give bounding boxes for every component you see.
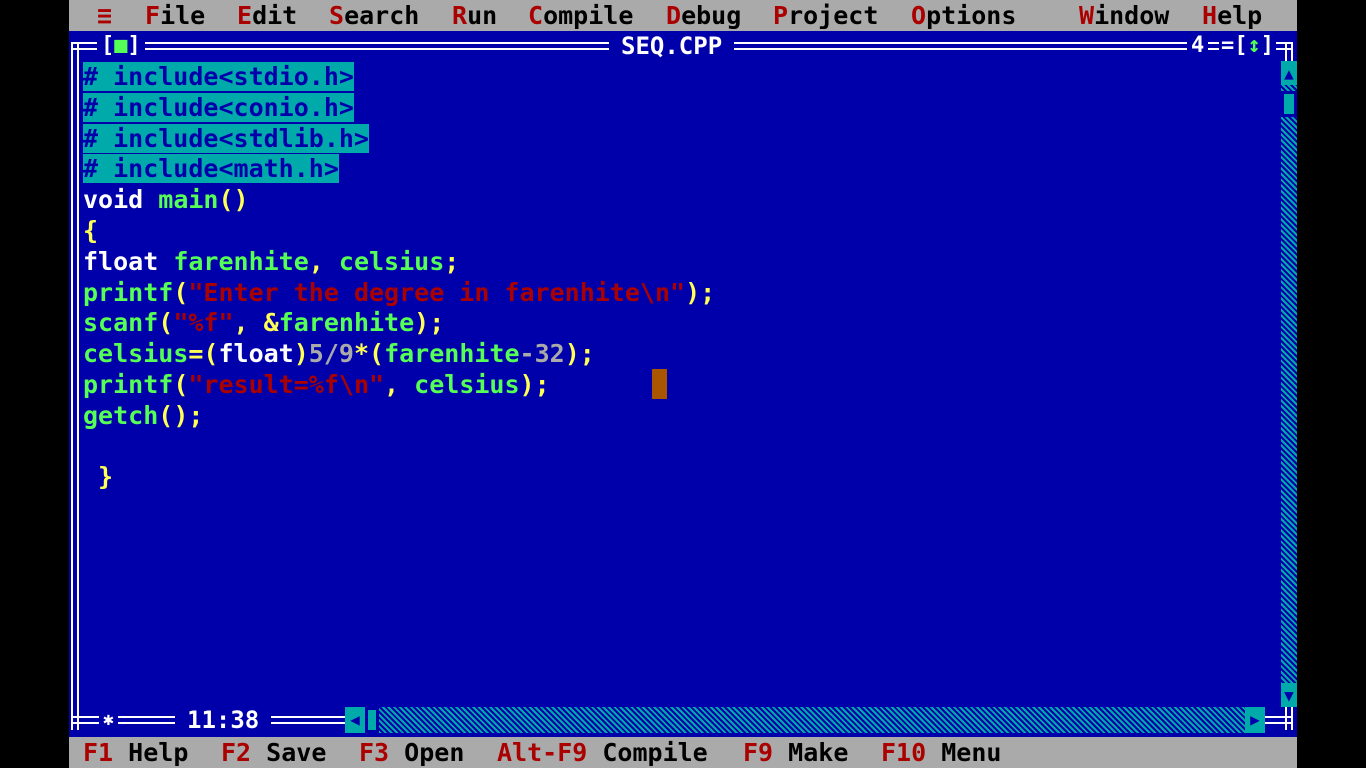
code-line[interactable]: }: [83, 461, 113, 492]
code-line[interactable]: printf("Enter the degree in farenhite\n"…: [83, 277, 715, 308]
fkey-menu[interactable]: F10 Menu: [881, 737, 1001, 768]
menu-project[interactable]: Project: [773, 0, 878, 31]
code-token: (: [158, 308, 174, 338]
code-editor[interactable]: # include<stdio.h> # include<conio.h> # in…: [83, 61, 1277, 701]
window-zoom-button[interactable]: =[↕]: [1219, 31, 1276, 61]
code-line[interactable]: {: [83, 215, 98, 246]
code-line[interactable]: # include<stdlib.h>: [83, 123, 369, 154]
system-menu-icon[interactable]: ≡: [97, 0, 112, 31]
fkey-help[interactable]: F1 Help: [83, 737, 188, 768]
code-token: ;: [444, 246, 460, 276]
horizontal-scrollbar[interactable]: ◀ ▶: [345, 707, 1265, 733]
code-token: , &: [233, 308, 279, 338]
code-token: getch: [83, 400, 159, 430]
code-token: 5/9: [308, 339, 354, 369]
function-key-bar: F1 Help F2 Save F3 Open Alt-F9 Compile F…: [69, 737, 1297, 768]
code-token: celsius: [338, 246, 445, 276]
modified-indicator-icon: ✱: [99, 707, 118, 733]
horizontal-scroll-thumb[interactable]: [365, 707, 379, 733]
menu-options[interactable]: Options: [911, 0, 1016, 31]
vertical-scrollbar[interactable]: ▲ ▼: [1281, 61, 1297, 707]
menu-run[interactable]: Run: [452, 0, 497, 31]
code-token: celsius: [414, 370, 520, 399]
menu-debug[interactable]: Debug: [666, 0, 741, 31]
code-token: scanf: [83, 308, 159, 338]
code-token: (: [173, 277, 189, 307]
code-token: printf: [83, 277, 174, 307]
code-token: float: [83, 246, 159, 276]
fkey-compile[interactable]: Alt-F9 Compile: [497, 737, 708, 768]
fkey-open[interactable]: F3 Open: [359, 737, 464, 768]
code-line[interactable]: void main(): [83, 184, 249, 215]
window-number: 4: [1187, 31, 1209, 61]
code-token: # include<conio.h>: [83, 92, 354, 122]
code-token: ): [293, 339, 309, 369]
code-token: (): [218, 185, 249, 215]
window-frame-left: [71, 42, 79, 730]
code-token: );: [685, 277, 716, 307]
menu-bar: ≡ File Edit Search Run Compile Debug Pro…: [69, 0, 1297, 31]
code-token: ,: [384, 370, 415, 399]
menu-file[interactable]: File: [145, 0, 205, 31]
code-line[interactable]: # include<math.h>: [83, 153, 339, 184]
fkey-save[interactable]: F2 Save: [221, 737, 326, 768]
menu-search[interactable]: Search: [329, 0, 419, 31]
code-token: "Enter the degree in farenhite\n": [188, 277, 686, 307]
code-line[interactable]: getch();: [83, 400, 203, 431]
code-token: # include<stdio.h>: [83, 62, 354, 91]
code-line[interactable]: scanf("%f", &farenhite);: [83, 307, 444, 338]
arrow-up-icon[interactable]: ▲: [1281, 61, 1297, 85]
window-close-button[interactable]: [■]: [97, 31, 145, 61]
arrow-right-icon[interactable]: ▶: [1245, 707, 1265, 733]
code-token: # include<math.h>: [83, 154, 339, 184]
menu-compile[interactable]: Compile: [528, 0, 633, 31]
code-token: float: [218, 339, 294, 369]
code-line[interactable]: celsius=(float)5/9*(farenhite-32);: [83, 338, 595, 369]
fkey-make[interactable]: F9 Make: [743, 737, 848, 768]
zoom-arrows-icon: ↕: [1247, 33, 1261, 58]
code-token: );: [564, 339, 595, 369]
arrow-left-icon[interactable]: ◀: [345, 707, 365, 733]
code-token: *(: [353, 339, 385, 369]
menu-window[interactable]: Window: [1079, 0, 1169, 31]
code-token: farenhite: [384, 339, 520, 369]
menu-edit[interactable]: Edit: [237, 0, 297, 31]
window-title: SEQ.CPP: [609, 31, 735, 61]
text-cursor: [652, 369, 667, 399]
code-line[interactable]: printf("result=%f\n", celsius);: [83, 369, 550, 400]
code-line[interactable]: # include<stdio.h>: [83, 61, 354, 92]
code-token: =(: [188, 339, 219, 369]
code-token: void: [83, 185, 144, 215]
code-token: main: [158, 185, 219, 215]
code-token: printf: [83, 370, 174, 399]
code-token: farenhite: [278, 308, 415, 338]
code-token: );: [519, 370, 550, 399]
code-token: ();: [158, 400, 204, 430]
menu-help[interactable]: Help: [1202, 0, 1262, 31]
code-token: celsius: [83, 339, 189, 369]
cursor-position: 11:38: [175, 707, 272, 733]
code-token: {: [83, 216, 99, 245]
turbo-cpp-screen: ≡ File Edit Search Run Compile Debug Pro…: [69, 0, 1297, 768]
code-token: ,: [308, 246, 339, 276]
code-token: (: [173, 370, 189, 399]
code-token: }: [83, 462, 114, 492]
code-token: # include<stdlib.h>: [83, 123, 369, 153]
vertical-scroll-thumb[interactable]: [1281, 91, 1297, 117]
code-token: "result=%f\n": [188, 370, 385, 399]
code-token: "%f": [173, 308, 234, 338]
close-box-icon: ■: [114, 33, 128, 58]
code-line[interactable]: float farenhite, celsius;: [83, 246, 459, 277]
code-line[interactable]: # include<conio.h>: [83, 92, 354, 123]
code-token: farenhite: [173, 246, 309, 276]
code-token: );: [414, 308, 445, 338]
code-token: -32: [519, 339, 565, 369]
arrow-down-icon[interactable]: ▼: [1281, 683, 1297, 707]
